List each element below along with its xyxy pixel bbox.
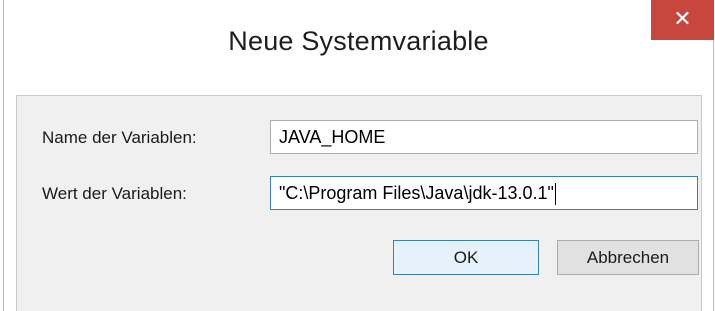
ok-button[interactable]: OK [393, 240, 539, 275]
variable-name-field[interactable]: JAVA_HOME [270, 120, 698, 154]
variable-name-label: Name der Variablen: [42, 128, 197, 147]
variable-value-text: "C:\Program Files\Java\jdk-13.0.1" [279, 183, 554, 203]
variable-value-field[interactable]: "C:\Program Files\Java\jdk-13.0.1" [270, 176, 698, 210]
dialog-body: Name der Variablen: JAVA_HOME Wert der V… [16, 95, 702, 311]
title-bar[interactable]: Neue Systemvariable ✕ [4, 0, 714, 95]
variable-name-value: JAVA_HOME [279, 127, 386, 147]
cancel-button[interactable]: Abbrechen [557, 240, 699, 275]
text-caret [554, 183, 556, 206]
close-icon: ✕ [673, 6, 692, 31]
variable-value-label: Wert der Variablen: [42, 184, 187, 203]
screen: Neue Systemvariable ✕ Name der Variablen… [0, 0, 715, 311]
new-system-variable-dialog: Neue Systemvariable ✕ Name der Variablen… [3, 0, 714, 311]
close-button[interactable]: ✕ [651, 0, 714, 40]
dialog-title: Neue Systemvariable [228, 26, 489, 56]
